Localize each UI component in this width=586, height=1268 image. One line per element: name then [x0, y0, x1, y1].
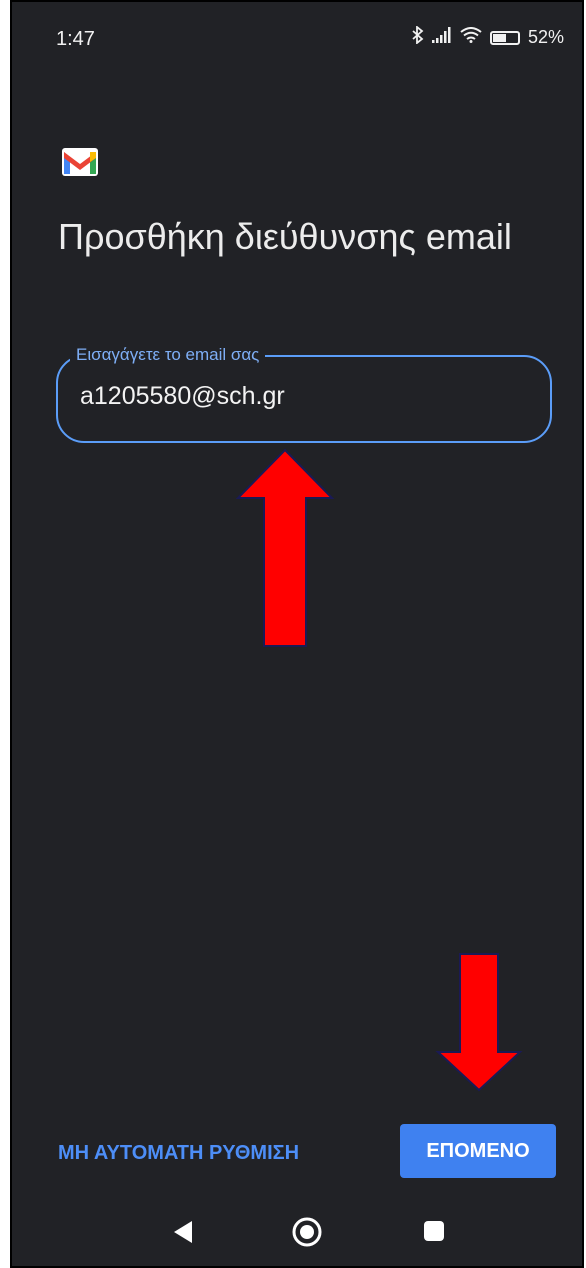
recents-icon[interactable]: [422, 1219, 446, 1248]
battery-percent: 52%: [527, 27, 564, 47]
back-icon[interactable]: [172, 1219, 194, 1250]
manual-setup-button[interactable]: ΜΗ ΑΥΤΟΜΑΤΗ ΡΥΘΜΙΣΗ: [58, 1142, 299, 1165]
phone-screen: 1:47 52% Προσθήκη διεύθυνσης email Εισαγ…: [10, 0, 584, 1268]
next-button[interactable]: ΕΠΟΜΕΝΟ: [400, 1124, 556, 1178]
status-time: 1:47: [56, 28, 95, 50]
signal-icon: [431, 27, 452, 48]
page-title: Προσθήκη διεύθυνσης email: [58, 216, 512, 257]
gmail-logo-icon: [60, 142, 100, 182]
annotation-arrow-up: [235, 448, 335, 647]
email-field-label: Εισαγάγετε το email σας: [70, 345, 266, 365]
battery-icon: [489, 30, 520, 45]
annotation-arrow-down: [435, 953, 523, 1092]
navigation-bar: [12, 1207, 582, 1266]
next-button-label: ΕΠΟΜΕΝΟ: [426, 1139, 530, 1162]
bluetooth-icon: [412, 25, 424, 49]
status-icons: 52%: [412, 25, 564, 49]
wifi-icon: [460, 27, 482, 48]
status-bar: 1:47 52%: [12, 2, 582, 82]
email-field-value[interactable]: a1205580@sch.gr: [80, 382, 285, 411]
home-icon[interactable]: [290, 1215, 324, 1254]
